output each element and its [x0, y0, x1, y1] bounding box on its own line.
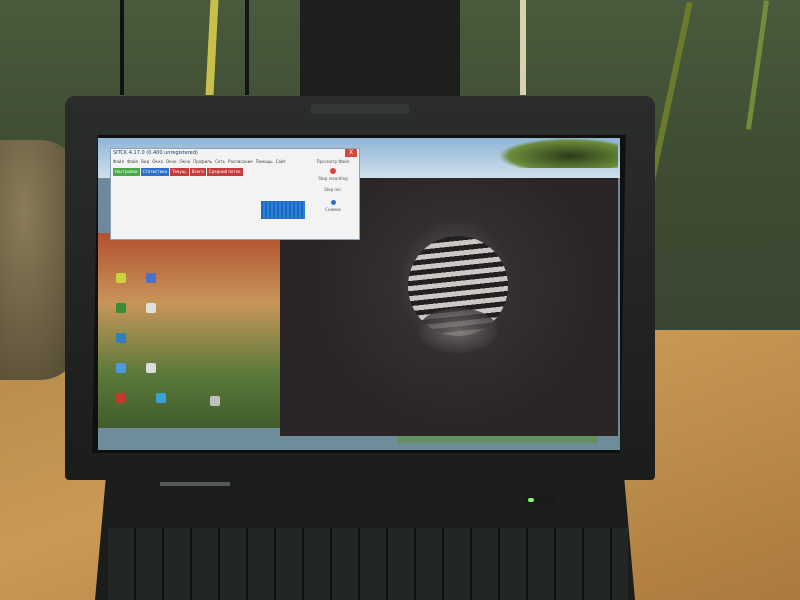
throughput-graph [261, 201, 305, 219]
stop-rec-label: Stop rec. [324, 187, 342, 192]
app-window[interactable]: SITCK 4.17.0 (0.400 unregistered) X Файл… [110, 148, 360, 240]
menu-item[interactable]: Файл [127, 159, 138, 166]
desktop-app-icon[interactable] [210, 396, 220, 406]
wallpaper-photo [98, 233, 283, 433]
action-panel: Просмотр Файл Stop recording Stop rec. С… [311, 159, 355, 237]
snapshot-icon[interactable] [330, 200, 336, 205]
menu-item[interactable]: Профиль [193, 159, 212, 166]
laptop-latch [160, 482, 230, 486]
tab-average[interactable]: Средний поток [206, 168, 243, 176]
menu-item[interactable]: Окно [180, 159, 191, 166]
desktop-app-icon[interactable] [156, 393, 166, 403]
desktop-app-icon[interactable] [146, 363, 156, 373]
menu-item[interactable]: Файл [113, 159, 124, 166]
tab-current[interactable]: Текущ. [170, 168, 189, 176]
desktop-app-icon[interactable] [116, 273, 126, 283]
close-button[interactable]: X [345, 149, 357, 157]
menu-item[interactable]: Вид [141, 159, 149, 166]
desktop-app-icon[interactable] [116, 333, 126, 343]
menu-item[interactable]: Сайт [276, 159, 286, 166]
white-cable [520, 0, 526, 95]
menu-item[interactable]: Сеть [215, 159, 225, 166]
menu-item[interactable]: Окно [166, 159, 177, 166]
app-title: SITCK 4.17.0 (0.400 unregistered) [113, 150, 198, 156]
desktop: SITCK 4.17.0 (0.400 unregistered) X Файл… [98, 138, 620, 450]
monitor-stand [300, 0, 460, 100]
tab-statistics[interactable]: Статистика [140, 168, 170, 176]
statistics-panel [171, 177, 271, 237]
menu-item[interactable]: Окна [152, 159, 163, 166]
desktop-app-icon[interactable] [116, 303, 126, 313]
light-halo [418, 308, 498, 353]
desktop-app-icon[interactable] [146, 273, 156, 283]
power-led-icon [528, 498, 534, 502]
preview-file-label[interactable]: Просмотр Файл [311, 159, 355, 164]
tab-settings[interactable]: Настройки [113, 168, 140, 176]
laptop-webcam-bar [310, 104, 410, 114]
menu-item[interactable]: Помощь [256, 159, 273, 166]
tab-total[interactable]: Всего [189, 168, 206, 176]
settings-panel [113, 177, 169, 237]
desktop-app-icon[interactable] [116, 393, 126, 403]
wallpaper-palm [498, 138, 618, 168]
app-tabs: Настройки Статистика Текущ. Всего Средни… [113, 168, 313, 176]
record-icon[interactable] [330, 168, 336, 174]
desktop-app-icon[interactable] [116, 363, 126, 373]
desktop-app-icon[interactable] [146, 303, 156, 313]
menu-item[interactable]: Расписание [228, 159, 253, 166]
snapshot-button[interactable]: Снимок [311, 207, 355, 212]
black-cable [245, 0, 249, 95]
black-cable [120, 0, 124, 95]
laptop-keyboard [108, 528, 628, 600]
stop-recording-button[interactable]: Stop recording [311, 176, 355, 181]
